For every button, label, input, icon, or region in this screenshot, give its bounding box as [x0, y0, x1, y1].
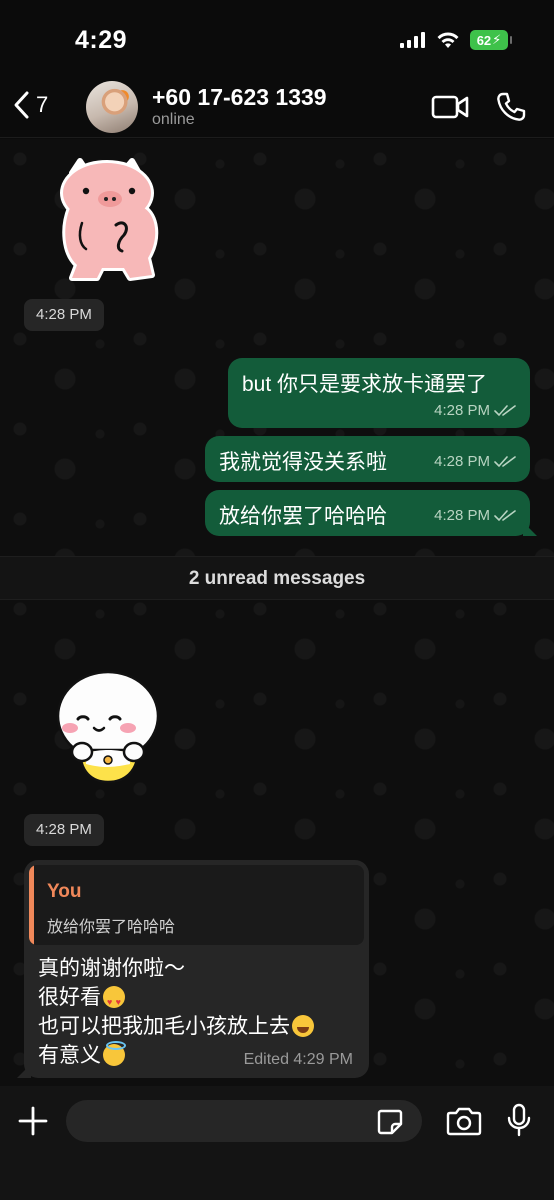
- sticker-timestamp: 4:28 PM: [24, 814, 104, 846]
- quote-text: 放给你罢了哈哈哈: [47, 919, 176, 936]
- laughing-emoji-icon: [292, 1015, 314, 1037]
- contact-name[interactable]: +60 17-623 1339: [152, 84, 327, 111]
- message-text: 放给你罢了哈哈哈: [219, 505, 387, 528]
- wifi-icon: [437, 32, 459, 48]
- avatar[interactable]: [86, 81, 138, 133]
- unread-chats-count: 7: [36, 92, 49, 117]
- chat-area[interactable]: 4:28 PM but 你只是要求放卡通罢了 4:28 PM 我就觉得没关系啦 …: [0, 139, 554, 1086]
- mochi-sticker[interactable]: [52, 664, 164, 789]
- message-input[interactable]: [66, 1100, 422, 1142]
- back-button[interactable]: 7: [12, 90, 48, 120]
- signal-icon: [400, 32, 425, 48]
- charging-bolt-icon: ⚡: [492, 32, 502, 47]
- message-meta: 4:28 PM: [434, 402, 516, 419]
- battery-icon: 62 ⚡: [470, 30, 512, 50]
- video-call-icon[interactable]: [431, 93, 469, 121]
- incoming-message[interactable]: You 放给你罢了哈哈哈 真的谢谢你啦～ 很好看 也可以把我加毛小孩放上去 有意…: [24, 860, 369, 1078]
- message-line-text: 真的谢谢你啦～: [38, 957, 185, 980]
- message-line-text: 有意义: [38, 1044, 101, 1067]
- heart-eyes-emoji-icon: [103, 986, 125, 1017]
- camera-icon[interactable]: [446, 1106, 482, 1136]
- message-line: 真的谢谢你啦～: [38, 954, 314, 983]
- sticker-timestamp: 4:28 PM: [24, 299, 104, 331]
- message-meta: 4:28 PM: [434, 453, 516, 470]
- outgoing-message[interactable]: but 你只是要求放卡通罢了 4:28 PM: [228, 358, 530, 428]
- read-ticks-icon: [494, 455, 516, 467]
- outgoing-message[interactable]: 放给你罢了哈哈哈 4:28 PM: [205, 490, 530, 536]
- message-composer: [0, 1086, 554, 1200]
- message-time: 4:28 PM: [434, 453, 490, 470]
- back-chevron-icon: [14, 91, 29, 119]
- message-line-text: 很好看: [38, 986, 101, 1009]
- status-icons: 62 ⚡: [400, 30, 512, 50]
- status-time: 4:29: [75, 26, 128, 54]
- quote-author: You: [47, 881, 82, 902]
- message-meta: 4:28 PM: [434, 507, 516, 524]
- read-ticks-icon: [494, 509, 516, 521]
- halo-emoji-icon: [103, 1041, 126, 1066]
- message-line: 也可以把我加毛小孩放上去: [38, 1012, 314, 1041]
- message-text: 我就觉得没关系啦: [219, 451, 387, 474]
- status-bar: 4:29 62 ⚡: [0, 0, 554, 78]
- plus-icon[interactable]: [18, 1106, 48, 1136]
- sticker-icon[interactable]: [376, 1108, 404, 1136]
- contact-status: online: [152, 111, 195, 128]
- message-time: 4:28 PM: [434, 402, 490, 419]
- reply-quote[interactable]: You 放给你罢了哈哈哈: [29, 865, 364, 945]
- pig-sticker[interactable]: [52, 153, 167, 283]
- message-time: 4:28 PM: [434, 507, 490, 524]
- message-meta: Edited 4:29 PM: [243, 1051, 353, 1068]
- read-ticks-icon: [494, 404, 516, 416]
- message-text: but 你只是要求放卡通罢了: [242, 373, 488, 396]
- battery-level: 62: [476, 32, 492, 48]
- message-line-text: 也可以把我加毛小孩放上去: [38, 1015, 290, 1038]
- mic-icon[interactable]: [507, 1103, 531, 1137]
- message-line: 很好看: [38, 983, 314, 1017]
- outgoing-message[interactable]: 我就觉得没关系啦 4:28 PM: [205, 436, 530, 482]
- unread-messages-banner: 2 unread messages: [0, 556, 554, 600]
- chat-header: 7 +60 17-623 1339 online: [0, 78, 554, 138]
- phone-call-icon[interactable]: [495, 91, 527, 123]
